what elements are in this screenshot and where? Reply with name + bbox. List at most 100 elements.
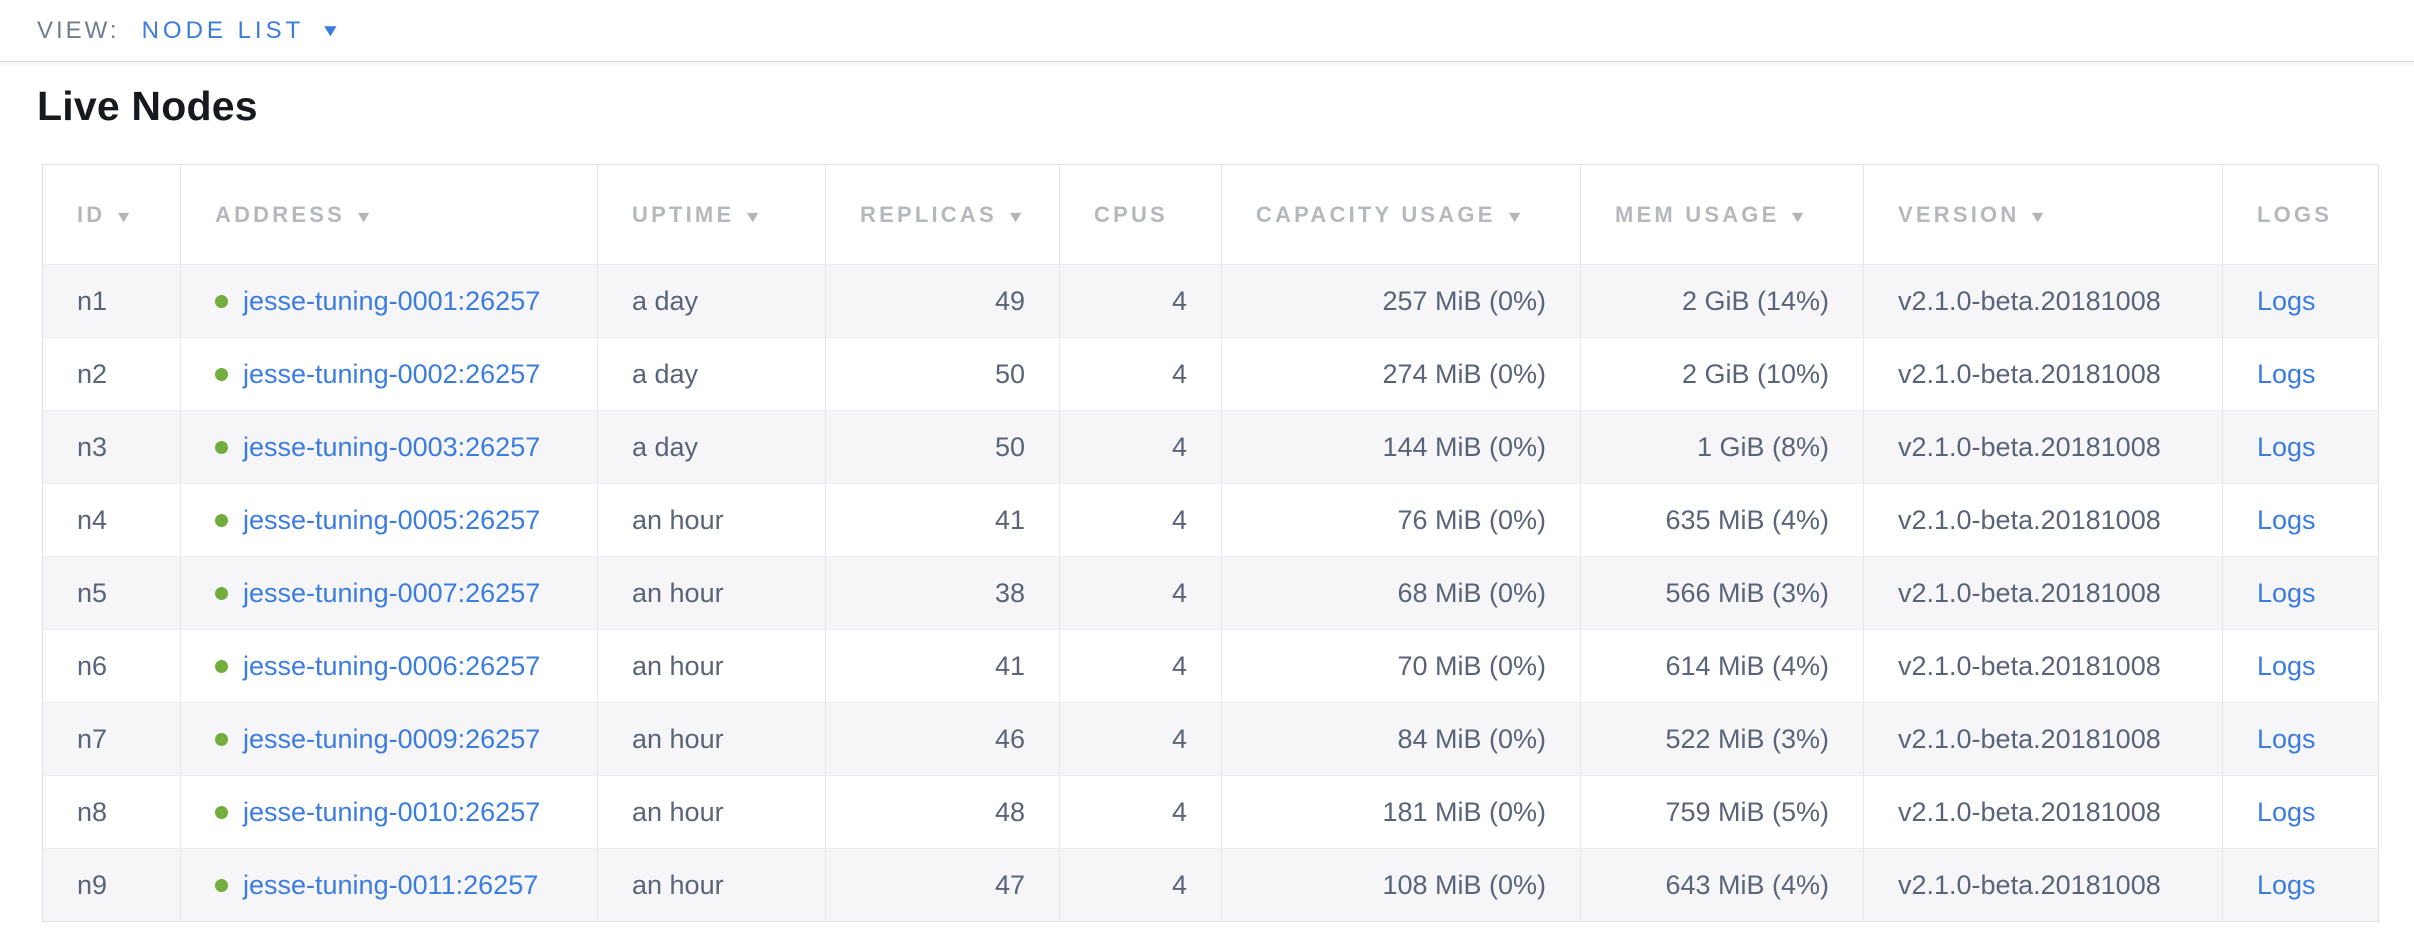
address-cell-content: jesse-tuning-0010:26257	[215, 797, 563, 828]
node-address-link[interactable]: jesse-tuning-0009:26257	[243, 724, 540, 755]
column-label: ADDRESS	[215, 202, 345, 227]
cpus-cell: 4	[1060, 338, 1222, 411]
id-cell: n8	[43, 776, 181, 849]
address-cell-content: jesse-tuning-0009:26257	[215, 724, 563, 755]
column-header-uptime[interactable]: UPTIME▼	[598, 165, 826, 265]
address-cell: jesse-tuning-0009:26257	[181, 703, 598, 776]
replicas-cell: 41	[826, 484, 1060, 557]
uptime-cell: a day	[598, 411, 826, 484]
capacity-cell: 108 MiB (0%)	[1222, 849, 1581, 922]
logs-link[interactable]: Logs	[2257, 870, 2316, 900]
id-cell: n5	[43, 557, 181, 630]
column-header-logs: LOGS	[2223, 165, 2379, 265]
cpus-cell: 4	[1060, 849, 1222, 922]
node-healthy-status-icon	[215, 295, 228, 308]
replicas-cell: 38	[826, 557, 1060, 630]
node-address-link[interactable]: jesse-tuning-0005:26257	[243, 505, 540, 536]
view-selected-value: NODE LIST	[142, 17, 305, 45]
cpus-cell: 4	[1060, 703, 1222, 776]
node-healthy-status-icon	[215, 587, 228, 600]
column-header-mem[interactable]: MEM USAGE▼	[1581, 165, 1864, 265]
uptime-cell: a day	[598, 265, 826, 338]
logs-link[interactable]: Logs	[2257, 505, 2316, 535]
mem-cell: 2 GiB (14%)	[1581, 265, 1864, 338]
version-cell: v2.1.0-beta.20181008	[1864, 338, 2223, 411]
capacity-cell: 76 MiB (0%)	[1222, 484, 1581, 557]
version-cell: v2.1.0-beta.20181008	[1864, 484, 2223, 557]
logs-link[interactable]: Logs	[2257, 432, 2316, 462]
column-header-replicas[interactable]: REPLICAS ▼	[826, 165, 1060, 265]
capacity-cell: 144 MiB (0%)	[1222, 411, 1581, 484]
id-cell: n9	[43, 849, 181, 922]
node-address-link[interactable]: jesse-tuning-0007:26257	[243, 578, 540, 609]
logs-link[interactable]: Logs	[2257, 651, 2316, 681]
node-row: n5jesse-tuning-0007:26257an hour38468 Mi…	[43, 557, 2379, 630]
sort-desc-icon: ▼	[354, 209, 377, 227]
logs-cell: Logs	[2223, 484, 2379, 557]
sort-desc-icon: ▼	[115, 209, 138, 227]
version-cell: v2.1.0-beta.20181008	[1864, 630, 2223, 703]
node-row: n4jesse-tuning-0005:26257an hour41476 Mi…	[43, 484, 2379, 557]
logs-link[interactable]: Logs	[2257, 797, 2316, 827]
id-cell: n4	[43, 484, 181, 557]
mem-cell: 1 GiB (8%)	[1581, 411, 1864, 484]
node-address-link[interactable]: jesse-tuning-0003:26257	[243, 432, 540, 463]
uptime-cell: an hour	[598, 703, 826, 776]
replicas-cell: 48	[826, 776, 1060, 849]
column-label: ID	[77, 202, 105, 227]
address-cell-content: jesse-tuning-0002:26257	[215, 359, 563, 390]
node-address-link[interactable]: jesse-tuning-0002:26257	[243, 359, 540, 390]
column-label: CPUS	[1094, 202, 1168, 227]
node-healthy-status-icon	[215, 660, 228, 673]
column-header-id[interactable]: ID ▼	[43, 165, 181, 265]
id-cell: n1	[43, 265, 181, 338]
capacity-cell: 68 MiB (0%)	[1222, 557, 1581, 630]
view-label: VIEW:	[37, 17, 120, 45]
node-row: n9jesse-tuning-0011:26257an hour474108 M…	[43, 849, 2379, 922]
column-label: CAPACITY USAGE	[1256, 202, 1496, 227]
cpus-cell: 4	[1060, 265, 1222, 338]
address-cell-content: jesse-tuning-0003:26257	[215, 432, 563, 463]
logs-link[interactable]: Logs	[2257, 578, 2316, 608]
mem-cell: 643 MiB (4%)	[1581, 849, 1864, 922]
logs-link[interactable]: Logs	[2257, 286, 2316, 316]
column-label: MEM USAGE	[1615, 202, 1779, 227]
uptime-cell: a day	[598, 338, 826, 411]
logs-link[interactable]: Logs	[2257, 359, 2316, 389]
address-cell: jesse-tuning-0002:26257	[181, 338, 598, 411]
node-row: n1jesse-tuning-0001:26257a day494257 MiB…	[43, 265, 2379, 338]
node-row: n3jesse-tuning-0003:26257a day504144 MiB…	[43, 411, 2379, 484]
table-header: ID ▼ ADDRESS ▼ UPTIME▼ REPLICAS ▼ CPUS CAPACITY …	[43, 165, 2379, 265]
node-address-link[interactable]: jesse-tuning-0001:26257	[243, 286, 540, 317]
node-address-link[interactable]: jesse-tuning-0006:26257	[243, 651, 540, 682]
column-label: REPLICAS	[860, 202, 997, 227]
version-cell: v2.1.0-beta.20181008	[1864, 776, 2223, 849]
column-header-capacity[interactable]: CAPACITY USAGE▼	[1222, 165, 1581, 265]
column-header-version[interactable]: VERSION▼	[1864, 165, 2223, 265]
capacity-cell: 257 MiB (0%)	[1222, 265, 1581, 338]
uptime-cell: an hour	[598, 849, 826, 922]
address-cell-content: jesse-tuning-0001:26257	[215, 286, 563, 317]
cpus-cell: 4	[1060, 557, 1222, 630]
node-address-link[interactable]: jesse-tuning-0011:26257	[243, 870, 538, 901]
logs-cell: Logs	[2223, 338, 2379, 411]
address-cell: jesse-tuning-0003:26257	[181, 411, 598, 484]
column-header-address[interactable]: ADDRESS ▼	[181, 165, 598, 265]
node-address-link[interactable]: jesse-tuning-0010:26257	[243, 797, 540, 828]
mem-cell: 635 MiB (4%)	[1581, 484, 1864, 557]
chevron-down-icon: ▼	[320, 22, 341, 39]
mem-cell: 759 MiB (5%)	[1581, 776, 1864, 849]
column-label: LOGS	[2257, 202, 2332, 227]
sort-desc-icon: ▼	[1006, 209, 1029, 227]
id-cell: n3	[43, 411, 181, 484]
replicas-cell: 50	[826, 338, 1060, 411]
uptime-cell: an hour	[598, 484, 826, 557]
column-label: UPTIME	[632, 202, 734, 227]
view-selector-dropdown[interactable]: NODE LIST ▼	[142, 17, 340, 45]
mem-cell: 566 MiB (3%)	[1581, 557, 1864, 630]
version-cell: v2.1.0-beta.20181008	[1864, 265, 2223, 338]
address-cell: jesse-tuning-0010:26257	[181, 776, 598, 849]
logs-link[interactable]: Logs	[2257, 724, 2316, 754]
id-cell: n2	[43, 338, 181, 411]
id-cell: n7	[43, 703, 181, 776]
